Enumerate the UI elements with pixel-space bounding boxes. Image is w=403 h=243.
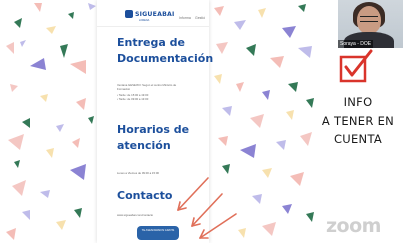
site-header: SIGUEABAI LORENA Informa Gestió: [97, 0, 209, 27]
info-nav-link[interactable]: Informa: [179, 16, 193, 22]
zoom-watermark: zoom: [326, 215, 381, 237]
shared-screen: SIGUEABAI LORENA Informa Gestió Entrega …: [0, 0, 320, 243]
section-title-contact: Contacto: [117, 189, 173, 202]
participant-glasses: [360, 16, 378, 22]
documentation-details: Ventana GESEIXO: Segun el centro Ministr…: [117, 83, 177, 101]
info-caption: INFO A TENER EN CUENTA: [321, 95, 395, 146]
checkbox-checked-icon: [339, 49, 373, 83]
section-title-documentation: Entrega de Documentación: [117, 36, 214, 65]
annotation-arrows: [177, 177, 237, 239]
brand-mark-icon: [125, 10, 133, 18]
section-title-hours: Horarios de atención: [117, 123, 190, 152]
brand-name: SIGUEABAI: [135, 10, 175, 18]
manage-nav-link[interactable]: Gestió: [195, 16, 209, 22]
brand-logo[interactable]: SIGUEABAI: [125, 8, 174, 20]
brand-subtitle: LORENA: [139, 19, 150, 22]
participant-video[interactable]: Soraya - DOE: [338, 0, 403, 48]
participant-name-tag: Soraya - DOE: [338, 40, 374, 48]
